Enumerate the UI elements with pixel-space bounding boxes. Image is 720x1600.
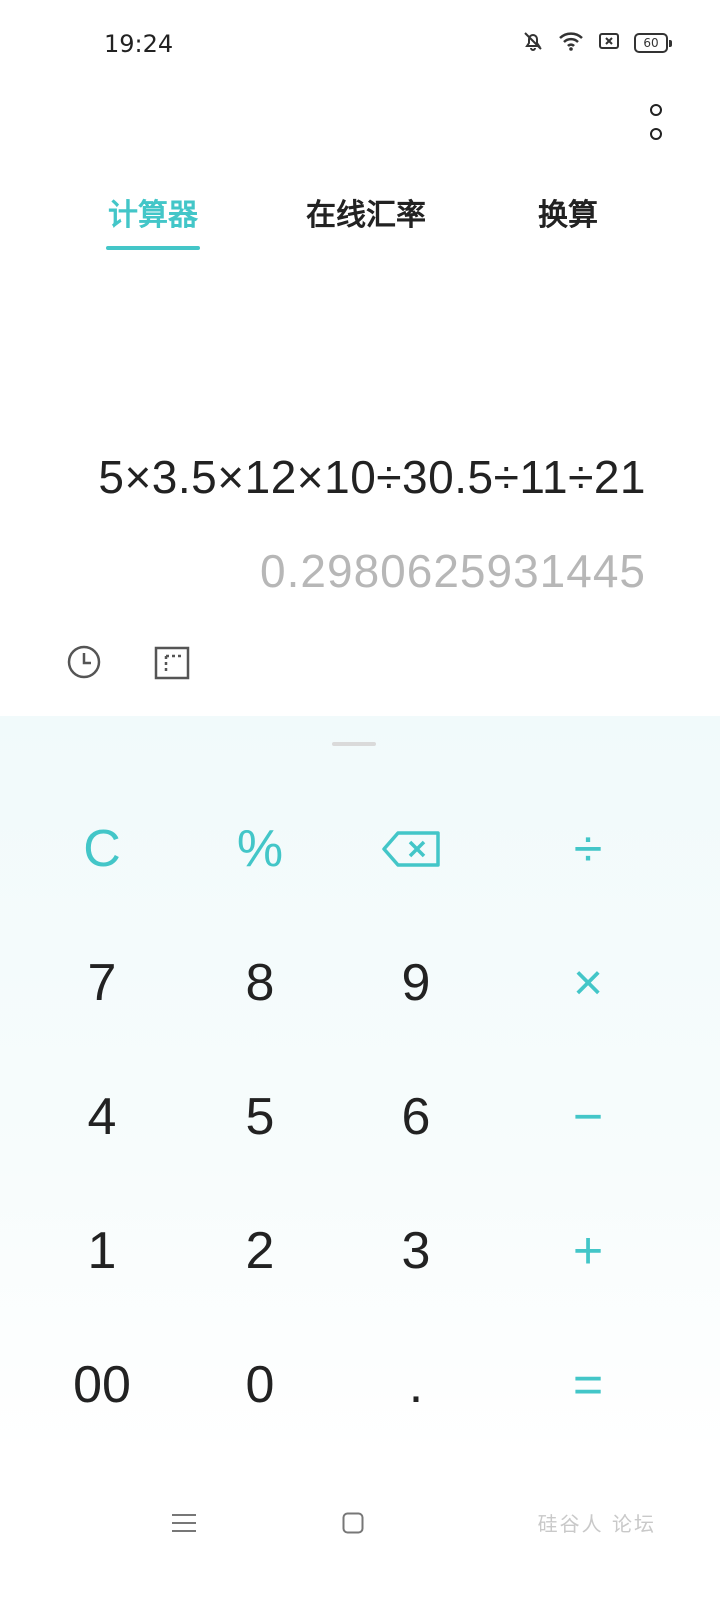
sim-off-icon [598,32,620,54]
digit-6-button[interactable]: 6 [346,1062,486,1172]
digit-8-button[interactable]: 8 [190,928,330,1038]
digit-1-button[interactable]: 1 [32,1196,172,1306]
plus-button[interactable]: + [518,1196,658,1306]
equals-button[interactable]: = [518,1330,658,1440]
wifi-icon [558,30,584,56]
clear-button[interactable]: C [32,794,172,904]
digit-2-button[interactable]: 2 [190,1196,330,1306]
backspace-button[interactable] [342,794,482,904]
tab-calculator[interactable]: 计算器 [108,190,198,234]
scientific-mode-icon[interactable] [152,642,192,682]
multiply-button[interactable]: × [518,928,658,1038]
digit-9-button[interactable]: 9 [346,928,486,1038]
double-zero-button[interactable]: 00 [32,1330,172,1440]
digit-0-button[interactable]: 0 [190,1330,330,1440]
digit-4-button[interactable]: 4 [32,1062,172,1172]
tab-active-underline [106,246,200,250]
more-dots-icon [650,104,662,116]
home-icon[interactable] [342,1512,364,1534]
navigation-bar: 硅谷人 论坛 [0,1480,720,1600]
more-dots-icon-2 [650,128,662,140]
result-display: 0.2980625931445 [260,545,646,597]
battery-level: 60 [634,33,668,53]
watermark-text: 硅谷人 论坛 [537,1512,656,1536]
minus-button[interactable]: − [518,1062,658,1172]
bell-off-icon [522,30,544,56]
tab-conversion[interactable]: 换算 [538,190,598,234]
expression-display: 5×3.5×12×10÷30.5÷11÷21 [98,451,646,503]
status-bar: 19:24 60 [0,0,720,90]
decimal-point-button[interactable]: . [346,1330,486,1440]
digit-3-button[interactable]: 3 [346,1196,486,1306]
percent-button[interactable]: % [190,794,330,904]
status-time: 19:24 [104,30,174,58]
recent-apps-icon[interactable] [172,1512,196,1534]
more-options-button[interactable] [648,104,664,140]
keypad: C % ÷ 7 8 9 × 4 5 6 − 1 2 3 + 00 0 . = [0,716,720,1456]
divide-button[interactable]: ÷ [518,794,658,904]
history-icon[interactable] [64,642,104,682]
status-icons: 60 [522,30,672,56]
tab-bar: 计算器 在线汇率 换算 [0,190,720,260]
battery-icon: 60 [634,33,672,53]
digit-5-button[interactable]: 5 [190,1062,330,1172]
keypad-drag-handle[interactable] [332,742,376,746]
tab-exchange-rate[interactable]: 在线汇率 [306,190,426,234]
backspace-icon [382,831,440,867]
digit-7-button[interactable]: 7 [32,928,172,1038]
